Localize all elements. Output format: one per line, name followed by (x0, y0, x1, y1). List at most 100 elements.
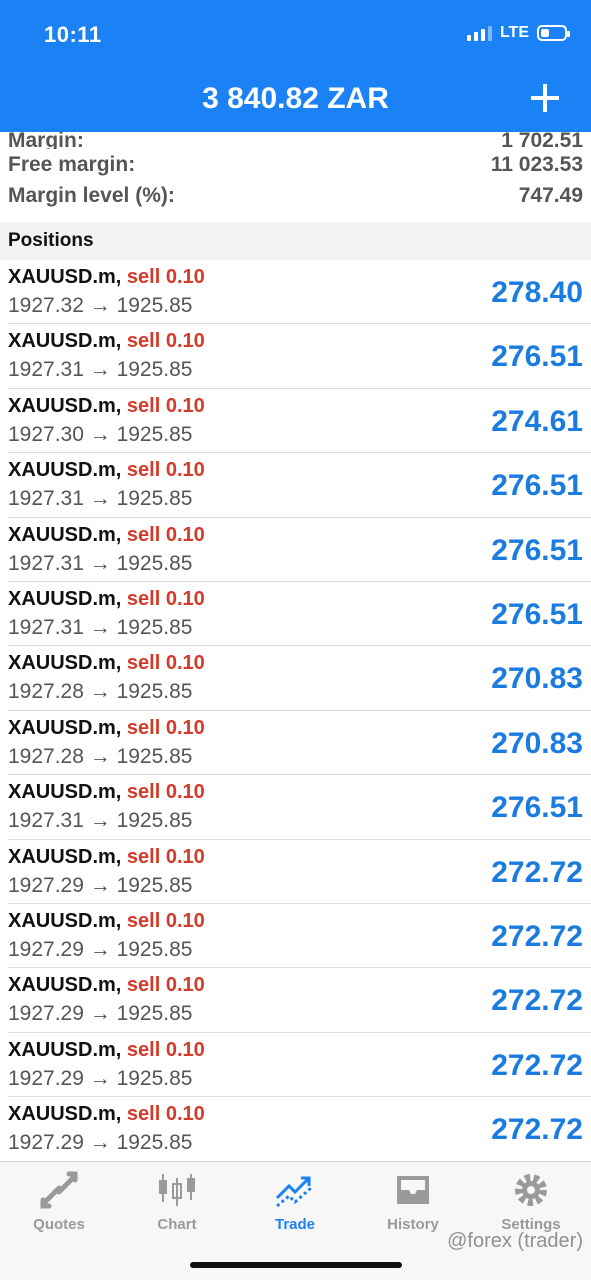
position-profit: 272.72 (491, 984, 583, 1018)
position-row[interactable]: XAUUSD.m, sell 0.10 1927.30 → 1925.85 274.… (8, 389, 591, 454)
position-profit: 276.51 (491, 597, 583, 631)
position-type: sell 0.10 (126, 974, 205, 997)
position-profit: 270.83 (491, 726, 583, 760)
position-title: XAUUSD.m, sell 0.10 (8, 846, 205, 869)
status-time: 10:11 (44, 22, 102, 47)
margin-label: Margin: (8, 132, 84, 149)
position-profit: 276.51 (491, 340, 583, 374)
margin-level-label: Margin level (%): (8, 183, 175, 207)
position-title: XAUUSD.m, sell 0.10 (8, 974, 205, 997)
trade-icon (275, 1176, 312, 1208)
position-row[interactable]: XAUUSD.m, sell 0.10 1927.32 → 1925.85 278.… (8, 260, 591, 325)
free-margin-value: 11 023.53 (490, 152, 583, 176)
position-symbol: XAUUSD.m, (8, 652, 122, 675)
position-prices: 1927.29 → 1925.85 (8, 1002, 193, 1026)
position-symbol: XAUUSD.m, (8, 523, 122, 546)
position-profit: 272.72 (491, 855, 583, 889)
app-header: 10:11 LTE 3 840.82 ZAR (0, 0, 591, 132)
tab-label: Quotes (33, 1216, 85, 1233)
position-title: XAUUSD.m, sell 0.10 (8, 910, 205, 933)
position-prices: 1927.29 → 1925.85 (8, 937, 193, 961)
tab-chart[interactable]: Chart (118, 1170, 236, 1233)
position-prices: 1927.30 → 1925.85 (8, 422, 193, 446)
position-row[interactable]: XAUUSD.m, sell 0.10 1927.29 → 1925.85 272.… (8, 840, 591, 904)
position-prices: 1927.29 → 1925.85 (8, 1066, 193, 1090)
position-symbol: XAUUSD.m, (8, 974, 122, 997)
chart-icon (159, 1174, 195, 1206)
position-row[interactable]: XAUUSD.m, sell 0.10 1927.28 → 1925.85 270.… (8, 646, 591, 711)
position-row[interactable]: XAUUSD.m, sell 0.10 1927.31 → 1925.85 276.… (8, 775, 591, 840)
position-title: XAUUSD.m, sell 0.10 (8, 588, 205, 611)
position-profit: 278.40 (491, 276, 583, 309)
position-type: sell 0.10 (126, 716, 205, 739)
position-row[interactable]: XAUUSD.m, sell 0.10 1927.31 → 1925.85 276.… (8, 453, 591, 518)
position-row[interactable]: XAUUSD.m, sell 0.10 1927.28 → 1925.85 270.… (8, 711, 591, 776)
positions-header: Positions (0, 222, 591, 260)
position-row[interactable]: XAUUSD.m, sell 0.10 1927.29 → 1925.85 272.… (8, 904, 591, 969)
position-title: XAUUSD.m, sell 0.10 (8, 395, 205, 418)
position-profit: 272.72 (491, 919, 583, 953)
position-symbol: XAUUSD.m, (8, 1103, 122, 1126)
tab-settings[interactable]: Settings (472, 1170, 590, 1233)
position-symbol: XAUUSD.m, (8, 587, 122, 610)
position-row[interactable]: XAUUSD.m, sell 0.10 1927.29 → 1925.85 272.… (8, 1097, 591, 1161)
position-title: XAUUSD.m, sell 0.10 (8, 1103, 205, 1126)
position-title: XAUUSD.m, sell 0.10 (8, 781, 205, 804)
network-label: LTE (499, 24, 529, 41)
settings-icon (515, 1174, 547, 1206)
position-symbol: XAUUSD.m, (8, 845, 122, 868)
position-title: XAUUSD.m, sell 0.10 (8, 266, 205, 289)
position-profit: 272.72 (491, 1113, 583, 1147)
position-title: XAUUSD.m, sell 0.10 (8, 459, 205, 482)
position-row[interactable]: XAUUSD.m, sell 0.10 1927.31 → 1925.85 276.… (8, 582, 591, 647)
free-margin-label: Free margin: (8, 152, 136, 176)
position-row[interactable]: XAUUSD.m, sell 0.10 1927.29 → 1925.85 272.… (8, 968, 591, 1033)
position-prices: 1927.29 → 1925.85 (8, 873, 193, 897)
positions-list: XAUUSD.m, sell 0.10 1927.32 → 1925.85 278.… (0, 260, 591, 1161)
position-type: sell 0.10 (126, 394, 205, 417)
position-title: XAUUSD.m, sell 0.10 (8, 717, 205, 740)
position-type: sell 0.10 (126, 266, 205, 288)
position-type: sell 0.10 (126, 1038, 205, 1061)
position-type: sell 0.10 (126, 523, 205, 546)
position-title: XAUUSD.m, sell 0.10 (8, 524, 205, 547)
position-row[interactable]: XAUUSD.m, sell 0.10 1927.31 → 1925.85 276.… (8, 324, 591, 389)
position-title: XAUUSD.m, sell 0.10 (8, 1039, 205, 1062)
position-title: XAUUSD.m, sell 0.10 (8, 652, 205, 675)
position-type: sell 0.10 (126, 459, 205, 482)
account-summary: Margin: 1 702.51 Free margin: 11 023.53 … (0, 132, 591, 211)
position-profit: 276.51 (491, 533, 583, 567)
position-symbol: XAUUSD.m, (8, 716, 122, 739)
position-type: sell 0.10 (126, 909, 205, 932)
position-prices: 1927.31 → 1925.85 (8, 809, 193, 833)
position-prices: 1927.31 → 1925.85 (8, 358, 193, 382)
margin-value: 1 702.51 (501, 132, 583, 149)
position-profit: 276.51 (491, 469, 583, 503)
position-prices: 1927.31 → 1925.85 (8, 487, 193, 511)
position-row[interactable]: XAUUSD.m, sell 0.10 1927.29 → 1925.85 272.… (8, 1033, 591, 1098)
quotes-icon (40, 1171, 78, 1209)
position-title: XAUUSD.m, sell 0.10 (8, 330, 205, 353)
tab-history[interactable]: History (354, 1170, 472, 1233)
margin-level-value: 747.49 (518, 183, 583, 207)
position-symbol: XAUUSD.m, (8, 1038, 122, 1061)
position-profit: 276.51 (491, 791, 583, 825)
tab-quotes[interactable]: Quotes (0, 1170, 118, 1233)
position-type: sell 0.10 (126, 781, 205, 804)
position-row[interactable]: XAUUSD.m, sell 0.10 1927.31 → 1925.85 276.… (8, 518, 591, 582)
signal-icon (466, 25, 492, 41)
margin-level-row: Margin level (%): 747.49 (0, 180, 591, 211)
position-prices: 1927.32 → 1925.85 (8, 294, 193, 317)
position-type: sell 0.10 (126, 1103, 205, 1126)
position-type: sell 0.10 (126, 652, 205, 675)
tab-trade[interactable]: Trade (236, 1170, 354, 1233)
home-indicator[interactable] (190, 1262, 402, 1268)
tab-label: Chart (157, 1216, 197, 1233)
margin-row: Margin: 1 702.51 (0, 132, 591, 149)
position-prices: 1927.31 → 1925.85 (8, 615, 193, 639)
position-prices: 1927.29 → 1925.85 (8, 1131, 193, 1155)
position-type: sell 0.10 (126, 330, 205, 353)
position-profit: 274.61 (491, 404, 583, 438)
add-order-button[interactable] (531, 84, 559, 112)
history-icon (397, 1176, 429, 1204)
